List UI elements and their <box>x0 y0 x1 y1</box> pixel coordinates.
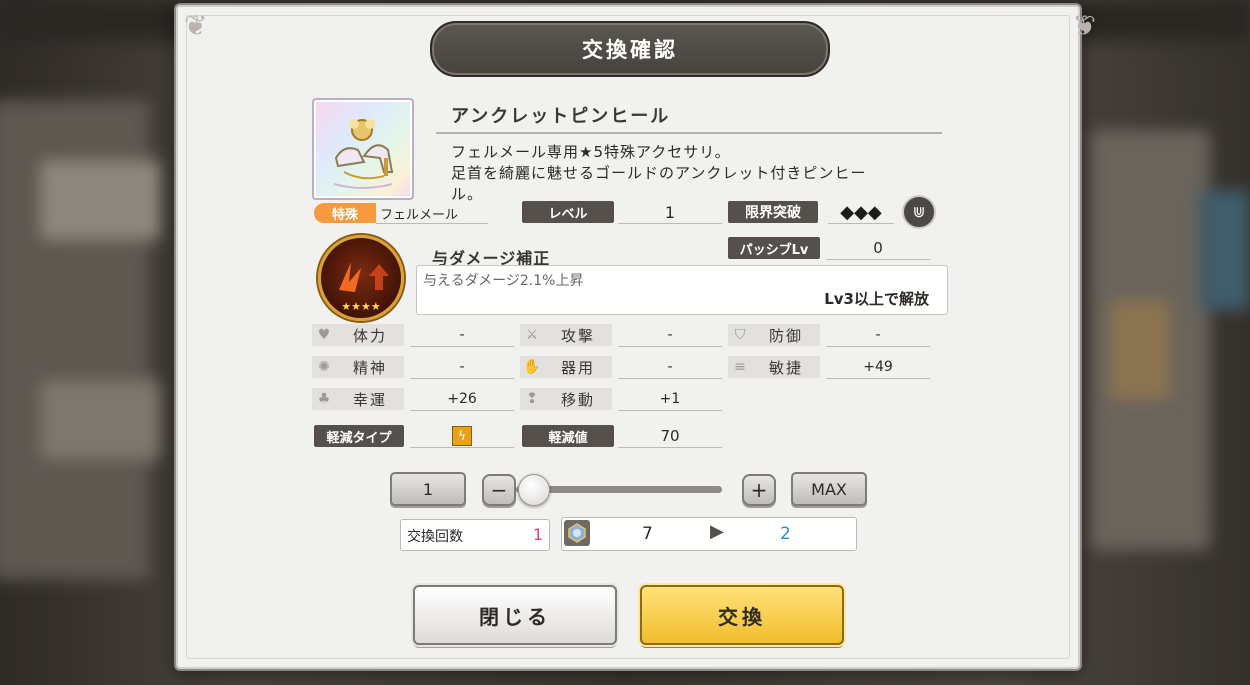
passive-level-label: パッシブLv <box>728 237 820 259</box>
exchange-count-value: 1 <box>532 525 543 544</box>
exchange-button[interactable]: 交換 <box>640 585 844 645</box>
stat-defense-value: - <box>826 324 930 347</box>
stat-attack-label: ⚔ 攻撃 <box>520 324 612 346</box>
description-line: フェルメール専用★5特殊アクセサリ。 <box>451 143 731 161</box>
stat-defense-label: ⛉ 防御 <box>728 324 820 346</box>
currency-after: 2 <box>780 524 791 544</box>
quantity-max-button[interactable]: MAX <box>791 472 867 506</box>
stat-luck-label: ♣ 幸運 <box>312 388 404 410</box>
stat-spirit-label: ✺ 精神 <box>312 356 404 378</box>
limit-break-label: 限界突破 <box>728 201 818 223</box>
skill-description-box: 与えるダメージ2.1%上昇 Lv3以上で解放 <box>416 265 948 315</box>
passive-level-value: 0 <box>826 237 930 260</box>
exchange-count-box: 交換回数 1 <box>400 519 550 551</box>
stat-agility-label: ≡ 敏捷 <box>728 356 820 378</box>
clover-icon: ♣ <box>317 391 331 407</box>
close-button[interactable]: 閉じる <box>413 585 617 645</box>
stat-attack-value: - <box>618 324 722 347</box>
name-divider <box>436 132 942 134</box>
exchange-count-label: 交換回数 <box>407 529 463 545</box>
item-name: アンクレットピンヒール <box>451 106 671 127</box>
medal-icon <box>564 520 590 546</box>
stat-dexterity-label: ✋ 器用 <box>520 356 612 378</box>
mitigation-type-label: 軽減タイプ <box>314 425 404 447</box>
heart-icon: ♥ <box>317 327 331 343</box>
limit-break-diamonds: ◆◆◆ <box>828 201 894 224</box>
arrow-right-icon: ▶ <box>710 521 724 542</box>
ornament-top-left: ❦ <box>184 9 208 42</box>
stat-agility-value: +49 <box>826 356 930 379</box>
stat-luck-value: +26 <box>410 388 514 411</box>
stat-dexterity-value: - <box>618 356 722 379</box>
mitigation-value: 70 <box>618 425 722 448</box>
quantity-display[interactable]: 1 <box>390 472 466 506</box>
level-label: レベル <box>522 201 614 223</box>
mitigation-value-label: 軽減値 <box>522 425 614 447</box>
skill-description: 与えるダメージ2.1%上昇 <box>423 273 584 289</box>
description-line: 足首を綺麗に魅せるゴールドのアンクレット付きピンヒー <box>451 164 867 182</box>
currency-cost-box: 7 ▶ 2 <box>561 517 857 551</box>
quantity-plus-button[interactable]: + <box>742 474 776 506</box>
item-description: フェルメール専用★5特殊アクセサリ。 足首を綺麗に魅せるゴールドのアンクレット付… <box>451 142 931 205</box>
skill-icon: ★★★★ <box>318 235 404 321</box>
item-image <box>312 98 414 200</box>
lightning-icon: ϟ <box>452 426 472 446</box>
svg-text:★★★★: ★★★★ <box>341 300 381 313</box>
mitigation-type-value: ϟ <box>410 425 514 448</box>
quantity-minus-button[interactable]: − <box>482 474 516 506</box>
damage-up-icon: ★★★★ <box>339 262 389 313</box>
stat-hp-label: ♥ 体力 <box>312 324 404 346</box>
skill-unlock-condition: Lv3以上で解放 <box>824 290 929 308</box>
stat-move-label: ❢ 移動 <box>520 388 612 410</box>
dialog-title-banner: 交換確認 <box>430 21 830 77</box>
hand-icon: ✋ <box>523 359 541 375</box>
shield-icon: ⛉ <box>734 327 746 343</box>
spirit-icon: ✺ <box>318 359 330 375</box>
owner-name: フェルメール <box>376 203 488 224</box>
stat-spirit-value: - <box>410 356 514 379</box>
sword-icon: ⚔ <box>525 327 539 343</box>
ornament-top-right: ❦ <box>1072 9 1096 42</box>
category-badge: 特殊 <box>314 203 376 223</box>
level-value: 1 <box>618 201 722 224</box>
exchange-confirm-dialog: ❦ ❦ 交換確認 アンクレットピンヒール フェルメール専用★5特殊アクセサリ。 … <box>176 5 1096 669</box>
limit-break-detail-icon[interactable]: ⋓ <box>902 195 936 229</box>
footprint-icon: ❢ <box>526 391 538 407</box>
stat-hp-value: - <box>410 324 514 347</box>
quantity-slider-knob[interactable] <box>518 474 550 506</box>
stat-move-value: +1 <box>618 388 722 411</box>
currency-before: 7 <box>642 524 653 544</box>
speed-icon: ≡ <box>734 359 746 375</box>
dialog-title: 交換確認 <box>582 38 678 62</box>
high-heel-icon <box>333 119 394 189</box>
